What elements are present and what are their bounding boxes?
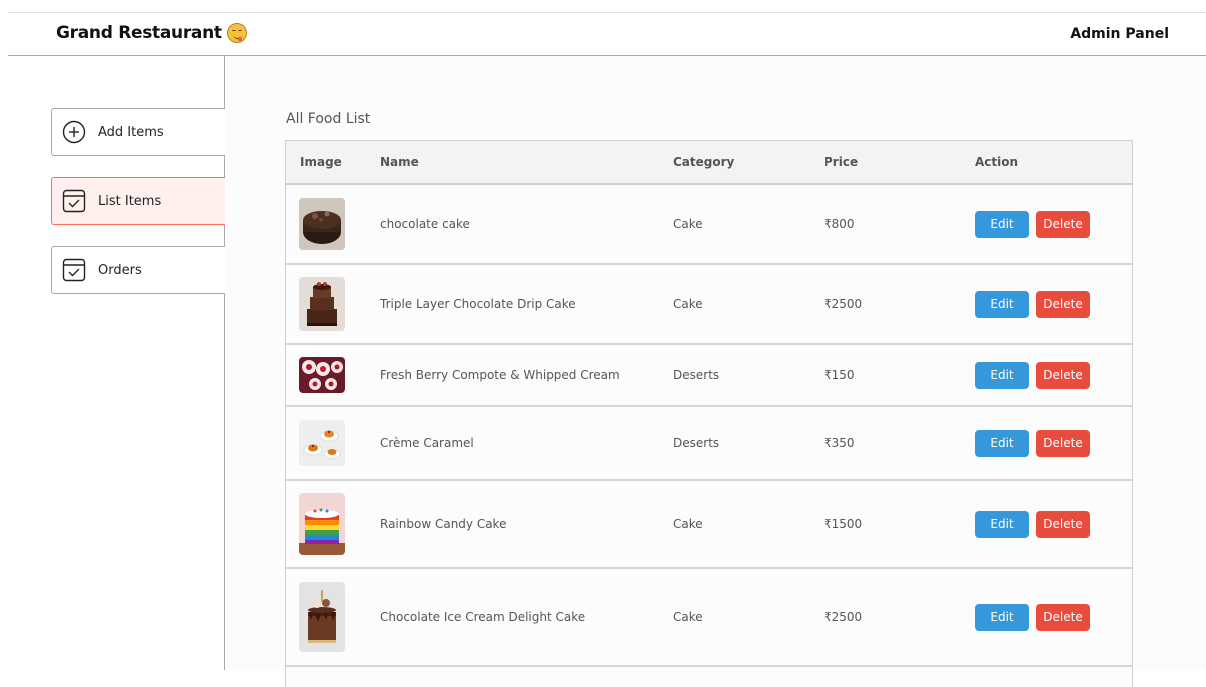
delete-button[interactable]: Delete bbox=[1036, 291, 1090, 318]
food-category: Cake bbox=[659, 517, 810, 531]
food-price: ₹350 bbox=[810, 436, 961, 450]
sidebar: Add Items List Items Orders bbox=[8, 56, 225, 670]
delete-button[interactable]: Delete bbox=[1036, 604, 1090, 631]
chocolate-cake-image bbox=[299, 198, 345, 250]
column-header: Category bbox=[659, 155, 810, 169]
delete-button[interactable]: Delete bbox=[1036, 362, 1090, 389]
creme-caramel-image bbox=[299, 420, 345, 466]
column-header: Price bbox=[810, 155, 961, 169]
table-row: Crème Caramel Deserts ₹350 Edit Delete bbox=[286, 407, 1132, 481]
edit-button[interactable]: Edit bbox=[975, 211, 1029, 238]
sidebar-item-label: List Items bbox=[98, 194, 161, 209]
page-title: All Food List bbox=[286, 111, 370, 127]
food-name: Fresh Berry Compote & Whipped Cream bbox=[366, 368, 659, 382]
ice-cream-cake-image bbox=[299, 582, 345, 652]
brand-name: Grand Restaurant bbox=[56, 23, 222, 43]
navbar: Grand Restaurant Admin Panel bbox=[8, 13, 1206, 56]
food-price: ₹2500 bbox=[810, 297, 961, 311]
edit-button[interactable]: Edit bbox=[975, 291, 1029, 318]
food-name: chocolate cake bbox=[366, 217, 659, 231]
table-row: Chocolate Ice Cream Delight Cake Cake ₹2… bbox=[286, 569, 1132, 667]
food-name: Crème Caramel bbox=[366, 436, 659, 450]
table-row: Rainbow Candy Cake Cake ₹1500 Edit Delet… bbox=[286, 481, 1132, 569]
edit-button[interactable]: Edit bbox=[975, 604, 1029, 631]
column-header: Image bbox=[286, 155, 366, 169]
table-row: Triple Layer Chocolate Drip Cake Cake ₹2… bbox=[286, 265, 1132, 345]
table-row-partial bbox=[286, 667, 1132, 687]
delete-button[interactable]: Delete bbox=[1036, 511, 1090, 538]
triple-layer-cake-image bbox=[299, 277, 345, 331]
food-name: Chocolate Ice Cream Delight Cake bbox=[366, 610, 659, 624]
delete-button[interactable]: Delete bbox=[1036, 211, 1090, 238]
rainbow-cake-image bbox=[299, 493, 345, 555]
food-category: Cake bbox=[659, 610, 810, 624]
berry-compote-image bbox=[299, 357, 345, 393]
checklist-icon bbox=[62, 258, 86, 282]
main-content: All Food List Image Name Category Price … bbox=[226, 56, 1206, 670]
food-price: ₹1500 bbox=[810, 517, 961, 531]
food-price: ₹150 bbox=[810, 368, 961, 382]
admin-panel-label: Admin Panel bbox=[1070, 26, 1169, 42]
sidebar-item-list-items[interactable]: List Items bbox=[51, 177, 225, 225]
yum-face-icon bbox=[227, 23, 247, 43]
food-category: Cake bbox=[659, 297, 810, 311]
sidebar-item-add-items[interactable]: Add Items bbox=[51, 108, 225, 156]
sidebar-item-label: Add Items bbox=[98, 125, 164, 140]
edit-button[interactable]: Edit bbox=[975, 430, 1029, 457]
table-header: Image Name Category Price Action bbox=[286, 141, 1132, 185]
column-header: Action bbox=[961, 155, 1132, 169]
checklist-icon bbox=[62, 189, 86, 213]
table-row: Fresh Berry Compote & Whipped Cream Dese… bbox=[286, 345, 1132, 407]
delete-button[interactable]: Delete bbox=[1036, 430, 1090, 457]
table-row: chocolate cake Cake ₹800 Edit Delete bbox=[286, 185, 1132, 265]
brand-logo[interactable]: Grand Restaurant bbox=[56, 23, 247, 43]
sidebar-item-orders[interactable]: Orders bbox=[51, 246, 225, 294]
food-name: Triple Layer Chocolate Drip Cake bbox=[366, 297, 659, 311]
food-table: Image Name Category Price Action bbox=[285, 140, 1133, 687]
food-name: Rainbow Candy Cake bbox=[366, 517, 659, 531]
food-price: ₹2500 bbox=[810, 610, 961, 624]
edit-button[interactable]: Edit bbox=[975, 362, 1029, 389]
food-category: Deserts bbox=[659, 368, 810, 382]
column-header: Name bbox=[366, 155, 659, 169]
sidebar-item-label: Orders bbox=[98, 263, 142, 278]
food-category: Cake bbox=[659, 217, 810, 231]
food-category: Deserts bbox=[659, 436, 810, 450]
plus-circle-icon bbox=[62, 120, 86, 144]
edit-button[interactable]: Edit bbox=[975, 511, 1029, 538]
food-price: ₹800 bbox=[810, 217, 961, 231]
